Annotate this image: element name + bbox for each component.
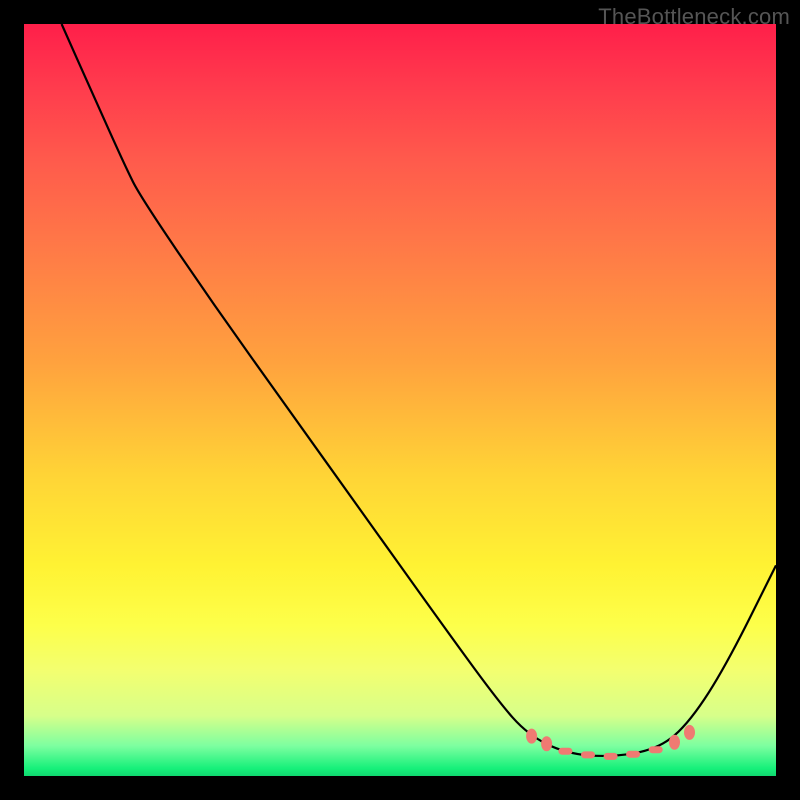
- plot-area: [24, 24, 776, 776]
- bottleneck-curve: [24, 24, 776, 776]
- highlight-dash: [558, 748, 572, 755]
- highlight-dash: [581, 751, 595, 758]
- highlight-dot: [685, 725, 695, 739]
- curve-path: [62, 24, 776, 756]
- highlight-dot: [670, 735, 680, 749]
- highlight-dot: [542, 737, 552, 751]
- highlight-dash: [649, 746, 663, 753]
- highlight-dash: [626, 751, 640, 758]
- watermark-text: TheBottleneck.com: [598, 4, 790, 30]
- highlight-dot: [527, 729, 537, 743]
- highlight-dash: [604, 753, 618, 760]
- chart-frame: TheBottleneck.com: [0, 0, 800, 800]
- highlight-markers: [527, 725, 695, 760]
